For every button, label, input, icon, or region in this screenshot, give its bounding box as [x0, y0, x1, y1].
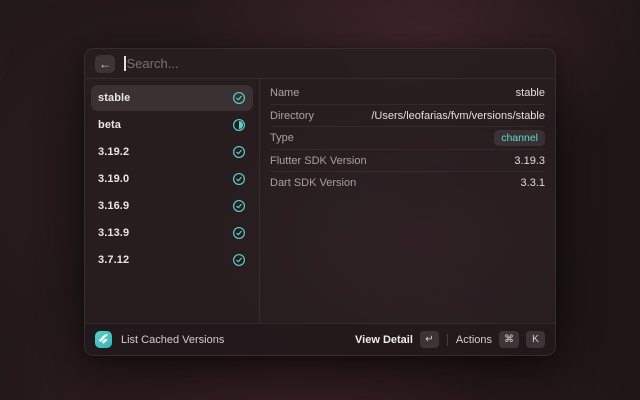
version-list: stable beta 3.19.2 3.19.0	[85, 79, 260, 323]
version-list-item[interactable]: beta	[91, 112, 253, 138]
version-list-item[interactable]: 3.16.9	[91, 193, 253, 219]
version-label: 3.7.12	[98, 254, 129, 266]
search-bar: ←	[85, 49, 555, 79]
return-key-icon: ↵	[420, 331, 439, 348]
check-circle-icon	[232, 145, 246, 159]
check-circle-icon	[232, 172, 246, 186]
detail-label: Name	[270, 87, 299, 99]
half-circle-icon	[232, 118, 246, 132]
actions-label: Actions	[456, 334, 492, 346]
footer-actions: View Detail ↵ Actions ⌘ K	[355, 331, 545, 348]
detail-label: Type	[270, 132, 294, 144]
version-list-item[interactable]: 3.7.12	[91, 247, 253, 273]
type-badge: channel	[494, 130, 545, 146]
version-label: stable	[98, 92, 130, 104]
version-list-item[interactable]: stable	[91, 85, 253, 111]
version-list-item[interactable]: 3.19.2	[91, 139, 253, 165]
detail-label: Dart SDK Version	[270, 177, 356, 189]
version-label: 3.16.9	[98, 200, 129, 212]
k-key-icon: K	[526, 331, 545, 348]
check-circle-icon	[232, 253, 246, 267]
command-key-icon: ⌘	[499, 331, 519, 348]
flutter-icon	[95, 331, 112, 348]
arrow-left-icon: ←	[99, 57, 111, 71]
content-area: stable beta 3.19.2 3.19.0	[85, 79, 555, 323]
detail-value: stable	[516, 87, 545, 99]
detail-value: 3.19.3	[514, 155, 545, 167]
detail-row: Flutter SDK Version 3.19.3	[270, 149, 545, 171]
detail-value: /Users/leofarias/fvm/versions/stable	[371, 110, 545, 122]
version-list-item[interactable]: 3.13.9	[91, 220, 253, 246]
command-title: List Cached Versions	[121, 334, 224, 346]
detail-label: Flutter SDK Version	[270, 155, 367, 167]
search-field-wrap	[124, 56, 545, 71]
detail-row: Type channel	[270, 126, 545, 149]
launcher-window: ← stable beta 3.19.2	[84, 48, 556, 356]
version-label: 3.19.2	[98, 146, 129, 158]
footer-bar: List Cached Versions View Detail ↵ Actio…	[85, 323, 555, 355]
actions-button[interactable]: Actions ⌘ K	[456, 331, 545, 348]
view-detail-button[interactable]: View Detail ↵	[355, 331, 439, 348]
back-button[interactable]: ←	[95, 55, 115, 73]
view-detail-label: View Detail	[355, 334, 413, 346]
version-list-item[interactable]: 3.19.0	[91, 166, 253, 192]
detail-row: Name stable	[270, 82, 545, 104]
detail-row: Dart SDK Version 3.3.1	[270, 171, 545, 193]
detail-label: Directory	[270, 110, 314, 122]
version-label: beta	[98, 119, 121, 131]
version-label: 3.19.0	[98, 173, 129, 185]
detail-panel: Name stable Directory /Users/leofarias/f…	[260, 79, 555, 323]
footer-divider	[447, 334, 448, 346]
detail-row: Directory /Users/leofarias/fvm/versions/…	[270, 104, 545, 126]
check-circle-icon	[232, 226, 246, 240]
version-label: 3.13.9	[98, 227, 129, 239]
text-caret	[124, 56, 126, 71]
search-input[interactable]	[127, 56, 546, 71]
check-circle-icon	[232, 91, 246, 105]
check-circle-icon	[232, 199, 246, 213]
detail-value: 3.3.1	[521, 177, 545, 189]
